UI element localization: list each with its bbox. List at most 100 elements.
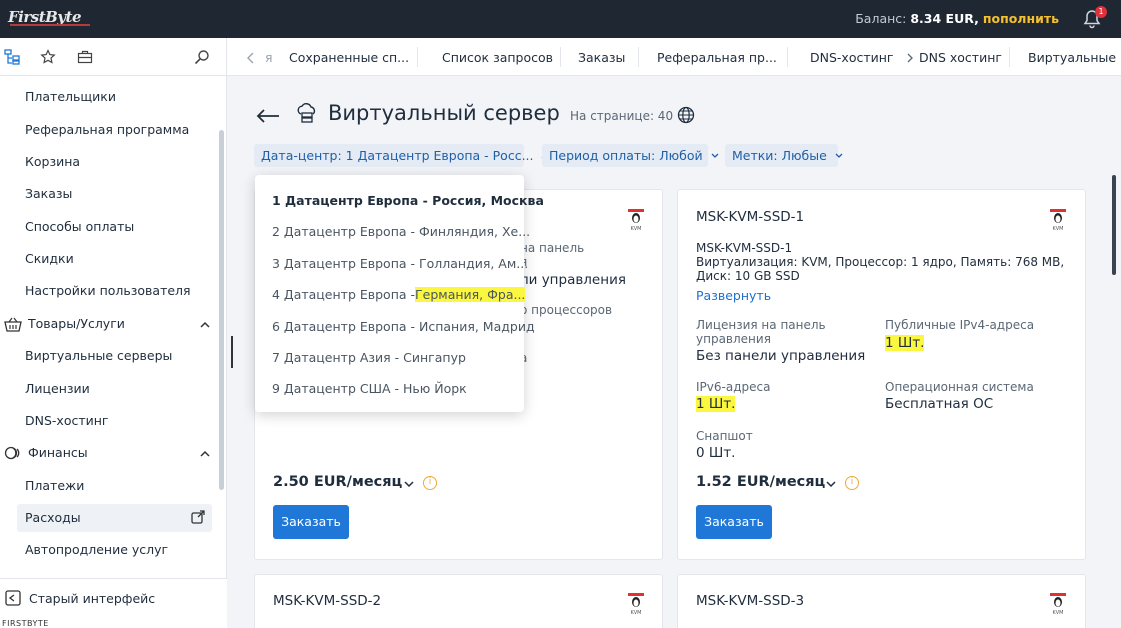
top-bar: FirstByte Баланс: 8.34 EUR, пополнить 1 <box>0 0 1121 38</box>
chevron-down-icon[interactable] <box>404 479 414 489</box>
sidebar-group-finance[interactable]: Финансы <box>28 445 88 460</box>
tariff-desc-line1: Виртуализация: KVM, Процессор: 1 ядро, П… <box>696 255 1065 269</box>
svg-text:KVM: KVM <box>630 226 641 232</box>
tab-referral[interactable]: Реферальная пр... <box>657 50 777 65</box>
balance-label: Баланс: <box>855 11 907 26</box>
sidebar-item-dns-hosting[interactable]: DNS-хостинг <box>25 413 108 428</box>
kvm-logo-icon: KVM <box>628 593 644 616</box>
filter-tags-label: Метки: Любые <box>732 148 827 163</box>
sidebar-item-autorenew[interactable]: Автопродление услуг <box>25 542 168 557</box>
tariff-card: MSK-KVM-SSD-3 KVM <box>677 574 1086 628</box>
os-value: Бесплатная ОС <box>885 396 994 412</box>
order-button[interactable]: Заказать <box>696 505 772 539</box>
tab-requests[interactable]: Список запросов <box>442 50 553 65</box>
tab-separator <box>638 47 639 67</box>
os-label: Операционная система <box>885 380 1034 394</box>
kvm-logo-icon: KVM <box>628 209 644 232</box>
tab-separator <box>787 47 788 67</box>
dropdown-option[interactable]: 2 Датацентр Европа - Финляндия, Хе... <box>272 224 530 239</box>
dropdown-option[interactable]: 1 Датацентр Европа - Россия, Москва <box>272 193 544 208</box>
tab-partial[interactable]: я <box>265 50 273 65</box>
balance: Баланс: 8.34 EUR, пополнить <box>855 11 1059 26</box>
sidebar-item-orders[interactable]: Заказы <box>25 186 72 201</box>
tariff-desc-name: MSK-KVM-SSD-1 <box>696 241 793 255</box>
back-arrow-icon[interactable] <box>256 108 280 124</box>
star-icon[interactable] <box>40 49 56 65</box>
kvm-logo-icon: KVM <box>1050 593 1066 616</box>
balance-value: 8.34 EUR, <box>910 11 979 26</box>
ipv4-label: Публичные IPv4-адреса <box>885 318 1035 332</box>
sidebar-item-expenses[interactable]: Расходы <box>25 510 81 525</box>
license-value-peek: ли управления <box>520 272 626 288</box>
dropdown-option[interactable]: 6 Датацентр Европа - Испания, Мадрид <box>272 319 535 334</box>
topup-link[interactable]: пополнить <box>983 11 1059 26</box>
tariff-card: MSK-KVM-SSD-1 KVM MSK-KVM-SSD-1 Виртуали… <box>677 189 1086 560</box>
tab-virtual-servers[interactable]: Виртуальные в <box>1028 50 1121 65</box>
globe-icon[interactable] <box>677 106 695 124</box>
sidebar-toolbar <box>0 38 226 76</box>
price: 2.50 EUR/месяц <box>273 474 403 490</box>
cpu-label-peek: о процессоров <box>520 303 613 317</box>
old-interface-link[interactable]: Старый интерфейс <box>29 591 155 606</box>
datacenter-dropdown: 1 Датацентр Европа - Россия, Москва 2 Да… <box>255 175 544 412</box>
tab-dns-hosting-2[interactable]: DNS хостинг <box>919 50 1002 65</box>
snapshot-label: Снапшот <box>696 429 753 443</box>
main-scrollbar[interactable] <box>1112 175 1116 275</box>
notification-badge: 1 <box>1095 6 1107 18</box>
chevron-down-icon[interactable] <box>826 479 836 489</box>
tab-separator <box>1009 47 1010 67</box>
chevron-left-icon[interactable] <box>247 52 255 64</box>
filter-datacenter-label: Дата-центр: 1 Датацентр Европа - Росс... <box>261 148 534 163</box>
chevron-down-icon <box>711 153 719 158</box>
dropdown-option-prefix: 4 Датацентр Европа - <box>272 287 416 302</box>
svg-text:KVM: KVM <box>1052 226 1063 232</box>
sidebar-group-goods[interactable]: Товары/Услуги <box>28 316 125 331</box>
expand-link[interactable]: Развернуть <box>696 288 771 303</box>
svg-text:KVM: KVM <box>630 610 641 616</box>
sidebar-item-virtual-servers[interactable]: Виртуальные серверы <box>25 348 172 363</box>
sidebar-item-payments[interactable]: Платежи <box>25 478 84 493</box>
tree-icon[interactable] <box>4 49 20 65</box>
per-page-count[interactable]: На странице: 40 <box>570 109 673 123</box>
sidebar-footer: Старый интерфейс FIRSTBYTE <box>0 578 227 628</box>
order-button[interactable]: Заказать <box>273 505 349 539</box>
sidebar-item-payment-methods[interactable]: Способы оплаты <box>25 219 134 234</box>
kvm-logo-icon: KVM <box>1050 209 1066 232</box>
chevron-up-icon[interactable] <box>199 319 211 331</box>
sidebar-item-discounts[interactable]: Скидки <box>25 251 74 266</box>
price: 1.52 EUR/месяц <box>696 474 826 490</box>
basket-icon <box>4 317 22 332</box>
dropdown-option[interactable]: 7 Датацентр Азия - Сингапур <box>272 350 466 365</box>
sidebar-scrollbar[interactable] <box>219 130 224 490</box>
svg-text:KVM: KVM <box>1052 610 1063 616</box>
ipv6-value: 1 Шт. <box>696 396 736 412</box>
tariff-desc-line2: Диск: 10 GB SSD <box>696 269 800 283</box>
chevron-up-icon[interactable] <box>199 448 211 460</box>
dropdown-option[interactable]: 3 Датацентр Европа - Голландия, Ам... <box>272 256 528 271</box>
chevron-right-icon <box>907 53 913 63</box>
filter-datacenter[interactable]: Дата-центр: 1 Датацентр Европа - Росс... <box>254 144 549 167</box>
resize-handle[interactable] <box>231 336 233 368</box>
sidebar-item-payers[interactable]: Плательщики <box>25 89 116 104</box>
tab-separator <box>417 47 418 67</box>
dropdown-option[interactable]: 9 Датацентр США - Нью Йорк <box>272 381 467 396</box>
filter-period[interactable]: Период оплаты: Любой <box>542 144 719 167</box>
sidebar-item-user-settings[interactable]: Настройки пользователя <box>25 283 191 298</box>
info-icon[interactable]: i <box>423 476 437 490</box>
tab-orders[interactable]: Заказы <box>578 50 625 65</box>
sidebar-item-referral[interactable]: Реферальная программа <box>25 122 189 137</box>
sidebar-item-licenses[interactable]: Лицензии <box>25 381 90 396</box>
tab-saved-lists[interactable]: Сохраненные сп... <box>289 50 409 65</box>
dropdown-option-highlight: Германия, Фра... <box>415 287 526 302</box>
footer-brand: FIRSTBYTE <box>2 619 49 628</box>
external-link-icon[interactable] <box>191 510 205 524</box>
filter-tags[interactable]: Метки: Любые <box>725 144 843 167</box>
sidebar-item-cart[interactable]: Корзина <box>25 154 80 169</box>
briefcase-icon[interactable] <box>77 49 93 65</box>
tab-separator <box>560 47 561 67</box>
dropdown-option[interactable]: 4 Датацентр Европа -Германия, Фра... <box>272 287 526 302</box>
info-icon[interactable]: i <box>845 476 859 490</box>
search-icon[interactable] <box>194 49 210 65</box>
license-label-peek: на панель <box>520 241 585 255</box>
tab-dns-hosting[interactable]: DNS-хостинг <box>810 50 893 65</box>
